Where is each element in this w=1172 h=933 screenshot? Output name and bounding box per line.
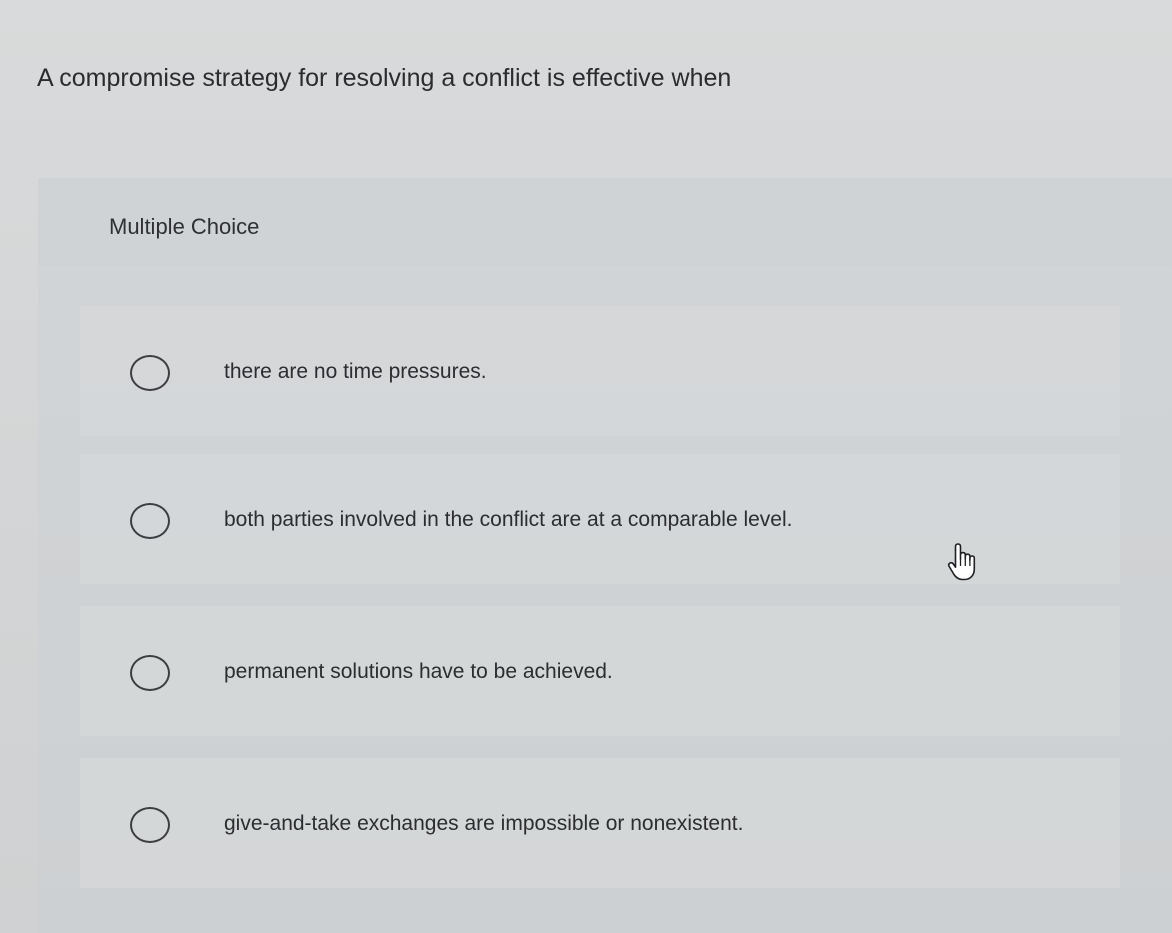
answer-option-label: give-and-take exchanges are impossible o…: [224, 812, 744, 835]
answer-option-label: there are no time pressures.: [224, 360, 487, 383]
radio-button-1[interactable]: [130, 355, 170, 391]
question-type-header: Multiple Choice: [38, 178, 1172, 266]
radio-button-2[interactable]: [130, 503, 170, 539]
answer-option-label: both parties involved in the conflict ar…: [224, 508, 793, 531]
radio-button-3[interactable]: [130, 655, 170, 691]
answer-option-1[interactable]: there are no time pressures.: [80, 306, 1120, 436]
radio-button-4[interactable]: [130, 807, 170, 843]
answer-option-3[interactable]: permanent solutions have to be achieved.: [80, 606, 1120, 736]
hand-pointer-icon: [947, 543, 976, 581]
answer-option-4[interactable]: give-and-take exchanges are impossible o…: [80, 758, 1120, 888]
question-type-label: Multiple Choice: [109, 214, 260, 239]
question-text: A compromise strategy for resolving a co…: [37, 64, 732, 92]
answer-option-label: permanent solutions have to be achieved.: [224, 660, 613, 683]
multiple-choice-card: Multiple Choice there are no time pressu…: [38, 178, 1172, 933]
